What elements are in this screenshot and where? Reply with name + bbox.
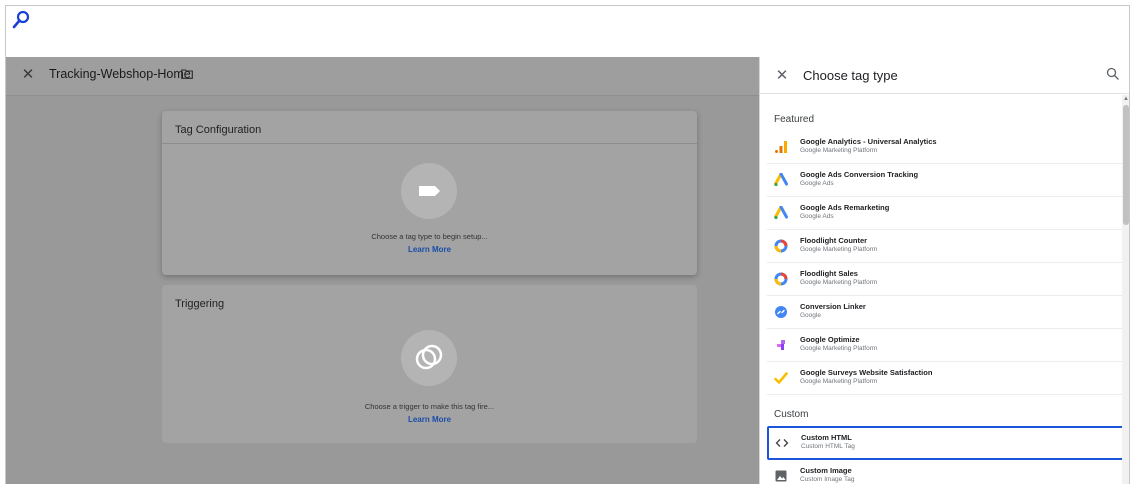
tag-type-name: Google Optimize <box>800 335 860 344</box>
tag-type-google-ads-remarketing[interactable]: Google Ads Remarketing Google Ads <box>767 197 1123 229</box>
tag-type-provider: Google Marketing Platform <box>800 378 878 385</box>
card-hint: Choose a tag type to begin setup... <box>371 232 488 241</box>
tag-type-provider: Google Ads <box>800 180 834 187</box>
tag-type-google-analytics[interactable]: Google Analytics - Universal Analytics G… <box>767 131 1123 163</box>
tag-type-provider: Google Marketing Platform <box>800 345 878 352</box>
section-featured: Featured <box>774 114 815 125</box>
tag-type-provider: Google <box>800 312 821 319</box>
scroll-up-icon[interactable]: ▲ <box>1122 95 1129 103</box>
tag-type-provider: Custom HTML Tag <box>801 443 855 450</box>
learn-more-link[interactable]: Learn More <box>162 415 697 424</box>
tag-type-provider: Google Marketing Platform <box>800 279 878 286</box>
floodlight-icon <box>774 272 788 286</box>
triggering-card[interactable]: Triggering Choose a trigger to make this… <box>162 285 697 443</box>
google-ads-icon <box>774 173 788 187</box>
search-icon[interactable] <box>1106 67 1120 81</box>
tag-type-name: Google Ads Remarketing <box>800 203 890 212</box>
divider <box>162 143 697 144</box>
conversion-linker-icon <box>775 306 787 318</box>
zoom-icon[interactable] <box>12 10 30 32</box>
tag-type-name: Google Analytics - Universal Analytics <box>800 137 937 146</box>
tag-type-provider: Custom Image Tag <box>800 476 855 483</box>
tag-type-conversion-linker[interactable]: Conversion Linker Google <box>767 296 1123 328</box>
tag-type-google-surveys[interactable]: Google Surveys Website Satisfaction Goog… <box>767 362 1123 394</box>
floodlight-icon <box>774 239 788 253</box>
tag-type-provider: Google Marketing Platform <box>800 147 878 154</box>
divider <box>767 394 1123 395</box>
tag-type-name: Floodlight Sales <box>800 269 858 278</box>
google-analytics-icon <box>775 141 787 153</box>
tag-type-name: Floodlight Counter <box>800 236 868 245</box>
tag-type-provider: Google Ads <box>800 213 834 220</box>
scrollbar-thumb[interactable] <box>1123 105 1129 225</box>
tag-type-name: Conversion Linker <box>800 302 866 311</box>
code-icon <box>775 439 789 447</box>
tag-configuration-card[interactable]: Tag Configuration Choose a tag type to b… <box>162 111 697 275</box>
trigger-placeholder-icon[interactable] <box>401 330 457 386</box>
panel-title: Choose tag type <box>803 68 898 83</box>
tag-type-provider: Google Marketing Platform <box>800 246 878 253</box>
google-optimize-icon <box>777 340 785 350</box>
tag-type-floodlight-counter[interactable]: Floodlight Counter Google Marketing Plat… <box>767 230 1123 262</box>
app-frame: ✕ Tracking-Webshop-Home Tag Configuratio… <box>5 5 1130 484</box>
tag-type-name: Custom HTML <box>801 433 852 442</box>
card-title: Triggering <box>175 298 225 310</box>
tag-type-name: Google Surveys Website Satisfaction <box>800 368 933 377</box>
learn-more-link[interactable]: Learn More <box>162 245 697 254</box>
google-ads-icon <box>774 206 788 220</box>
close-icon[interactable]: ✕ <box>775 66 789 84</box>
folder-icon[interactable] <box>181 69 193 79</box>
close-icon[interactable]: ✕ <box>20 65 36 85</box>
tag-placeholder-icon[interactable] <box>401 163 457 219</box>
tag-name[interactable]: Tracking-Webshop-Home <box>49 67 191 81</box>
tag-editor-workspace: ✕ Tracking-Webshop-Home Tag Configuratio… <box>6 57 759 484</box>
google-surveys-icon <box>774 372 788 384</box>
tag-type-google-optimize[interactable]: Google Optimize Google Marketing Platfor… <box>767 329 1123 361</box>
section-custom: Custom <box>774 409 809 420</box>
tag-type-custom-html[interactable]: Custom HTML Custom HTML Tag <box>767 426 1125 460</box>
tag-type-google-ads-conversion[interactable]: Google Ads Conversion Tracking Google Ad… <box>767 164 1123 196</box>
tag-type-custom-image[interactable]: Custom Image Custom Image Tag <box>767 460 1123 484</box>
tag-type-name: Custom Image <box>800 466 852 475</box>
choose-tag-type-panel: ✕ Choose tag type Featured Google Analyt… <box>759 57 1129 484</box>
card-title: Tag Configuration <box>175 124 262 136</box>
tag-type-floodlight-sales[interactable]: Floodlight Sales Google Marketing Platfo… <box>767 263 1123 295</box>
tag-type-name: Google Ads Conversion Tracking <box>800 170 919 179</box>
card-hint: Choose a trigger to make this tag fire..… <box>364 402 495 411</box>
image-icon <box>775 470 787 482</box>
panel-header: ✕ Choose tag type <box>760 57 1129 94</box>
tag-editor-header: ✕ Tracking-Webshop-Home <box>6 57 759 96</box>
